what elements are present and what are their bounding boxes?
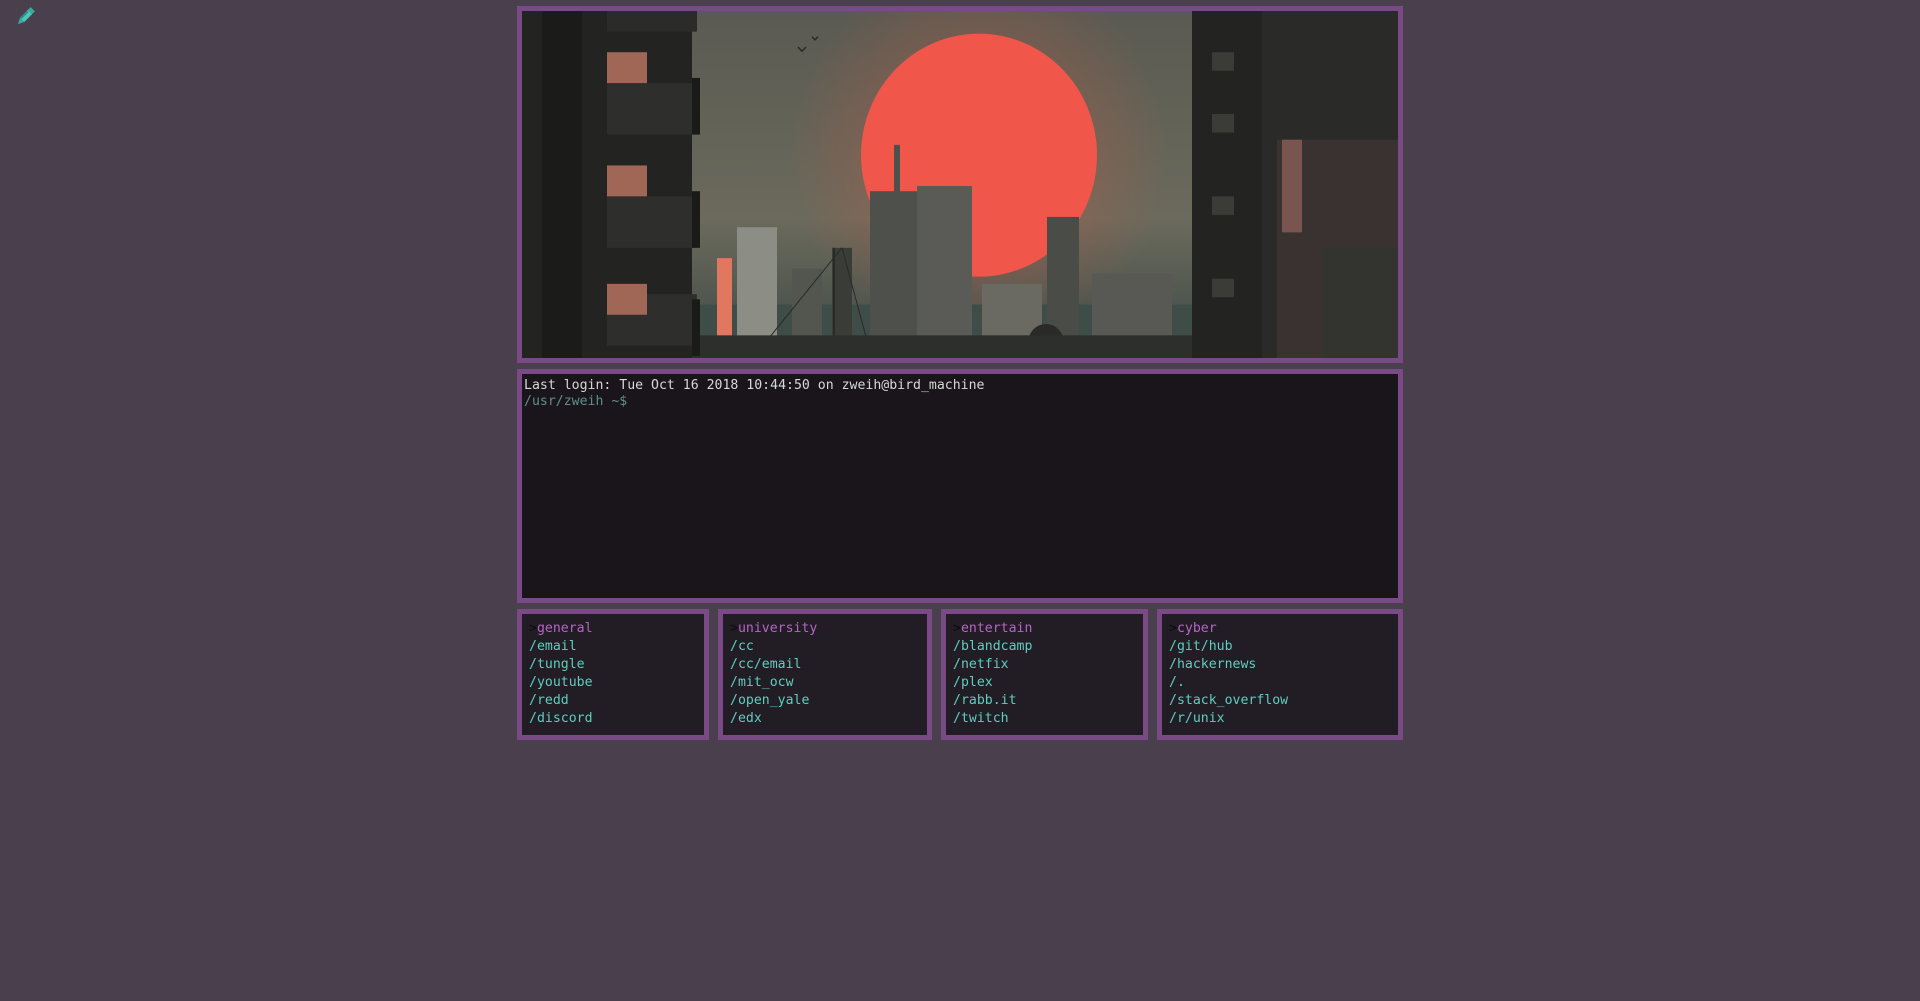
link-open-yale[interactable]: /open_yale <box>730 692 920 710</box>
group-heading: >entertain <box>953 620 1136 638</box>
group-title: general <box>536 621 593 636</box>
link-dot[interactable]: /. <box>1169 674 1391 692</box>
link-r-unix[interactable]: /r/unix <box>1169 710 1391 728</box>
link-hackernews[interactable]: /hackernews <box>1169 656 1391 674</box>
link-youtube[interactable]: /youtube <box>529 674 697 692</box>
banner-image <box>517 6 1403 363</box>
link-edx[interactable]: /edx <box>730 710 920 728</box>
chevron-right-icon: > <box>1169 621 1177 636</box>
link-plex[interactable]: /plex <box>953 674 1136 692</box>
page-container: Last login: Tue Oct 16 2018 10:44:50 on … <box>517 6 1403 740</box>
chevron-right-icon: > <box>953 621 961 636</box>
link-redd[interactable]: /redd <box>529 692 697 710</box>
group-title: university <box>737 621 818 636</box>
link-tungle[interactable]: /tungle <box>529 656 697 674</box>
group-heading: >cyber <box>1169 620 1391 638</box>
city-sunset-illustration <box>522 11 1398 358</box>
group-heading: >university <box>730 620 920 638</box>
link-discord[interactable]: /discord <box>529 710 697 728</box>
link-email[interactable]: /email <box>529 638 697 656</box>
link-netfix[interactable]: /netfix <box>953 656 1136 674</box>
link-cc[interactable]: /cc <box>730 638 920 656</box>
link-rabbit[interactable]: /rabb.it <box>953 692 1136 710</box>
link-stack-overflow[interactable]: /stack_overflow <box>1169 692 1391 710</box>
group-university: >university /cc /cc/email /mit_ocw /open… <box>718 609 932 740</box>
terminal-prompt[interactable]: /usr/zweih ~$ <box>524 394 1396 410</box>
group-title: entertain <box>960 621 1033 636</box>
link-groups: >general /email /tungle /youtube /redd /… <box>517 609 1403 740</box>
group-entertain: >entertain /blandcamp /netfix /plex /rab… <box>941 609 1148 740</box>
terminal[interactable]: Last login: Tue Oct 16 2018 10:44:50 on … <box>517 369 1403 603</box>
link-cc-email[interactable]: /cc/email <box>730 656 920 674</box>
group-general: >general /email /tungle /youtube /redd /… <box>517 609 709 740</box>
link-twitch[interactable]: /twitch <box>953 710 1136 728</box>
pencil-icon[interactable] <box>14 6 36 28</box>
chevron-right-icon: > <box>529 621 537 636</box>
last-login-line: Last login: Tue Oct 16 2018 10:44:50 on … <box>524 378 985 393</box>
group-cyber: >cyber /git/hub /hackernews /. /stack_ov… <box>1157 609 1403 740</box>
link-blandcamp[interactable]: /blandcamp <box>953 638 1136 656</box>
link-github[interactable]: /git/hub <box>1169 638 1391 656</box>
group-title: cyber <box>1176 621 1217 636</box>
chevron-right-icon: > <box>730 621 738 636</box>
link-mit-ocw[interactable]: /mit_ocw <box>730 674 920 692</box>
group-heading: >general <box>529 620 697 638</box>
